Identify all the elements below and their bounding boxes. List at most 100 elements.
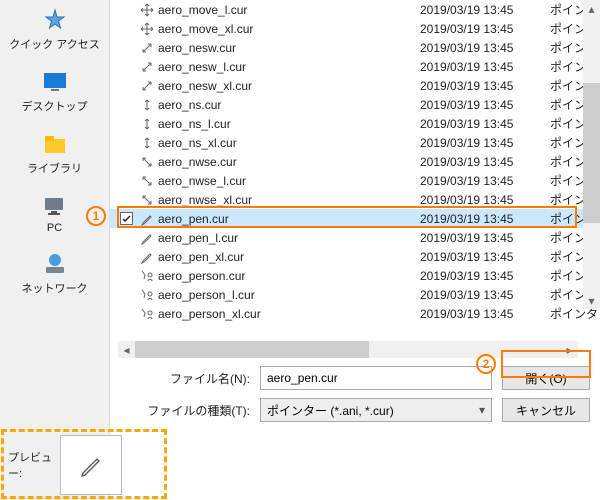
file-row[interactable]: aero_nesw.cur2019/03/19 13:45ポインタ <box>110 38 600 57</box>
filetype-combo[interactable]: ポインター (*.ani, *.cur) ▾ <box>260 398 492 422</box>
file-name: aero_ns_xl.cur <box>156 136 420 150</box>
cursor-icon <box>138 41 156 55</box>
file-row[interactable]: aero_nwse.cur2019/03/19 13:45ポインタ <box>110 152 600 171</box>
file-date: 2019/03/19 13:45 <box>420 288 550 302</box>
cursor-icon <box>138 212 156 226</box>
file-date: 2019/03/19 13:45 <box>420 41 550 55</box>
nav-label: PC <box>47 222 62 234</box>
libraries-icon <box>39 130 71 158</box>
file-name: aero_ns_l.cur <box>156 117 420 131</box>
cursor-icon <box>138 288 156 302</box>
scroll-right-arrow[interactable]: ▸ <box>561 341 578 358</box>
cursor-icon <box>138 193 156 207</box>
cursor-icon <box>138 79 156 93</box>
file-date: 2019/03/19 13:45 <box>420 136 550 150</box>
cursor-icon <box>138 60 156 74</box>
file-date: 2019/03/19 13:45 <box>420 117 550 131</box>
nav-network[interactable]: ネットワーク <box>0 244 109 306</box>
file-row[interactable]: aero_ns_xl.cur2019/03/19 13:45ポインタ <box>110 133 600 152</box>
scroll-thumb-h[interactable] <box>135 341 369 358</box>
file-row[interactable]: aero_ns_l.cur2019/03/19 13:45ポインタ <box>110 114 600 133</box>
filetype-value: ポインター (*.ani, *.cur) <box>267 402 394 419</box>
cursor-icon <box>138 231 156 245</box>
file-row[interactable]: aero_nesw_l.cur2019/03/19 13:45ポインタ <box>110 57 600 76</box>
file-row[interactable]: aero_person_l.cur2019/03/19 13:45ポインタ <box>110 285 600 304</box>
callout-1: 1 <box>86 205 106 226</box>
nav-quick-access[interactable]: クイック アクセス <box>0 0 109 62</box>
network-icon <box>39 250 71 278</box>
file-date: 2019/03/19 13:45 <box>420 22 550 36</box>
file-date: 2019/03/19 13:45 <box>420 231 550 245</box>
chevron-down-icon: ▾ <box>479 403 485 417</box>
file-name: aero_person.cur <box>156 269 420 283</box>
nav-label: ネットワーク <box>22 280 88 296</box>
file-row[interactable]: aero_move_l.cur2019/03/19 13:45ポインタ <box>110 0 600 19</box>
file-date: 2019/03/19 13:45 <box>420 98 550 112</box>
file-name: aero_nesw_xl.cur <box>156 79 420 93</box>
file-row[interactable]: aero_person_xl.cur2019/03/19 13:45ポインタ <box>110 304 600 323</box>
file-name: aero_person_xl.cur <box>156 307 420 321</box>
file-row[interactable]: aero_nesw_xl.cur2019/03/19 13:45ポインタ <box>110 76 600 95</box>
nav-label: デスクトップ <box>22 98 88 114</box>
file-name: aero_move_xl.cur <box>156 22 420 36</box>
file-name: aero_pen.cur <box>156 212 420 226</box>
file-date: 2019/03/19 13:45 <box>420 3 550 17</box>
file-row[interactable]: aero_nwse_l.cur2019/03/19 13:45ポインタ <box>110 171 600 190</box>
file-name: aero_person_l.cur <box>156 288 420 302</box>
cursor-icon <box>138 117 156 131</box>
file-name: aero_nwse.cur <box>156 155 420 169</box>
pc-icon <box>39 192 71 220</box>
scroll-down-arrow[interactable]: ▾ <box>583 292 600 309</box>
preview-box <box>60 435 122 495</box>
nav-desktop[interactable]: デスクトップ <box>0 62 109 124</box>
cursor-icon <box>138 3 156 17</box>
file-date: 2019/03/19 13:45 <box>420 174 550 188</box>
file-row[interactable]: aero_pen.cur2019/03/19 13:45ポインタ <box>110 209 600 228</box>
file-date: 2019/03/19 13:45 <box>420 250 550 264</box>
file-name: aero_pen_xl.cur <box>156 250 420 264</box>
open-button[interactable]: 開く(O) <box>502 366 590 390</box>
file-row[interactable]: aero_person.cur2019/03/19 13:45ポインタ <box>110 266 600 285</box>
scroll-thumb[interactable] <box>583 83 600 223</box>
pen-icon <box>77 451 105 479</box>
horizontal-scrollbar[interactable]: ◂ ▸ <box>118 341 578 358</box>
scroll-left-arrow[interactable]: ◂ <box>118 341 135 358</box>
file-row[interactable]: aero_pen_xl.cur2019/03/19 13:45ポインタ <box>110 247 600 266</box>
cursor-icon <box>138 136 156 150</box>
file-name: aero_nesw_l.cur <box>156 60 420 74</box>
row-checkbox[interactable] <box>120 212 138 225</box>
desktop-icon <box>39 68 71 96</box>
file-name: aero_move_l.cur <box>156 3 420 17</box>
nav-label: クイック アクセス <box>9 36 100 52</box>
cursor-icon <box>138 250 156 264</box>
cursor-icon <box>138 155 156 169</box>
file-date: 2019/03/19 13:45 <box>420 212 550 226</box>
file-list[interactable]: aero_move_l.cur2019/03/19 13:45ポインタaero_… <box>110 0 600 341</box>
cursor-icon <box>138 22 156 36</box>
file-name: aero_nesw.cur <box>156 41 420 55</box>
cursor-icon <box>138 98 156 112</box>
nav-libraries[interactable]: ライブラリ <box>0 124 109 186</box>
file-name: aero_ns.cur <box>156 98 420 112</box>
cursor-icon <box>138 307 156 321</box>
open-button-label: 開く(O) <box>525 370 566 387</box>
preview-area: プレビュー: <box>0 430 170 500</box>
file-row[interactable]: aero_nwse_xl.cur2019/03/19 13:45ポインタ <box>110 190 600 209</box>
vertical-scrollbar[interactable]: ▴ ▾ <box>583 0 600 309</box>
file-name: aero_pen_l.cur <box>156 231 420 245</box>
filetype-label: ファイルの種類(T): <box>110 402 260 419</box>
filename-input[interactable] <box>260 366 492 390</box>
cursor-icon <box>138 269 156 283</box>
file-date: 2019/03/19 13:45 <box>420 79 550 93</box>
scroll-up-arrow[interactable]: ▴ <box>583 0 600 17</box>
file-row[interactable]: aero_pen_l.cur2019/03/19 13:45ポインタ <box>110 228 600 247</box>
file-date: 2019/03/19 13:45 <box>420 269 550 283</box>
file-row[interactable]: aero_move_xl.cur2019/03/19 13:45ポインタ <box>110 19 600 38</box>
cancel-button[interactable]: キャンセル <box>502 398 590 422</box>
preview-label: プレビュー: <box>0 449 60 481</box>
file-name: aero_nwse_xl.cur <box>156 193 420 207</box>
file-row[interactable]: aero_ns.cur2019/03/19 13:45ポインタ <box>110 95 600 114</box>
cursor-icon <box>138 174 156 188</box>
form-area: ファイル名(N): 開く(O) ファイルの種類(T): ポインター (*.ani… <box>110 358 600 430</box>
file-date: 2019/03/19 13:45 <box>420 155 550 169</box>
